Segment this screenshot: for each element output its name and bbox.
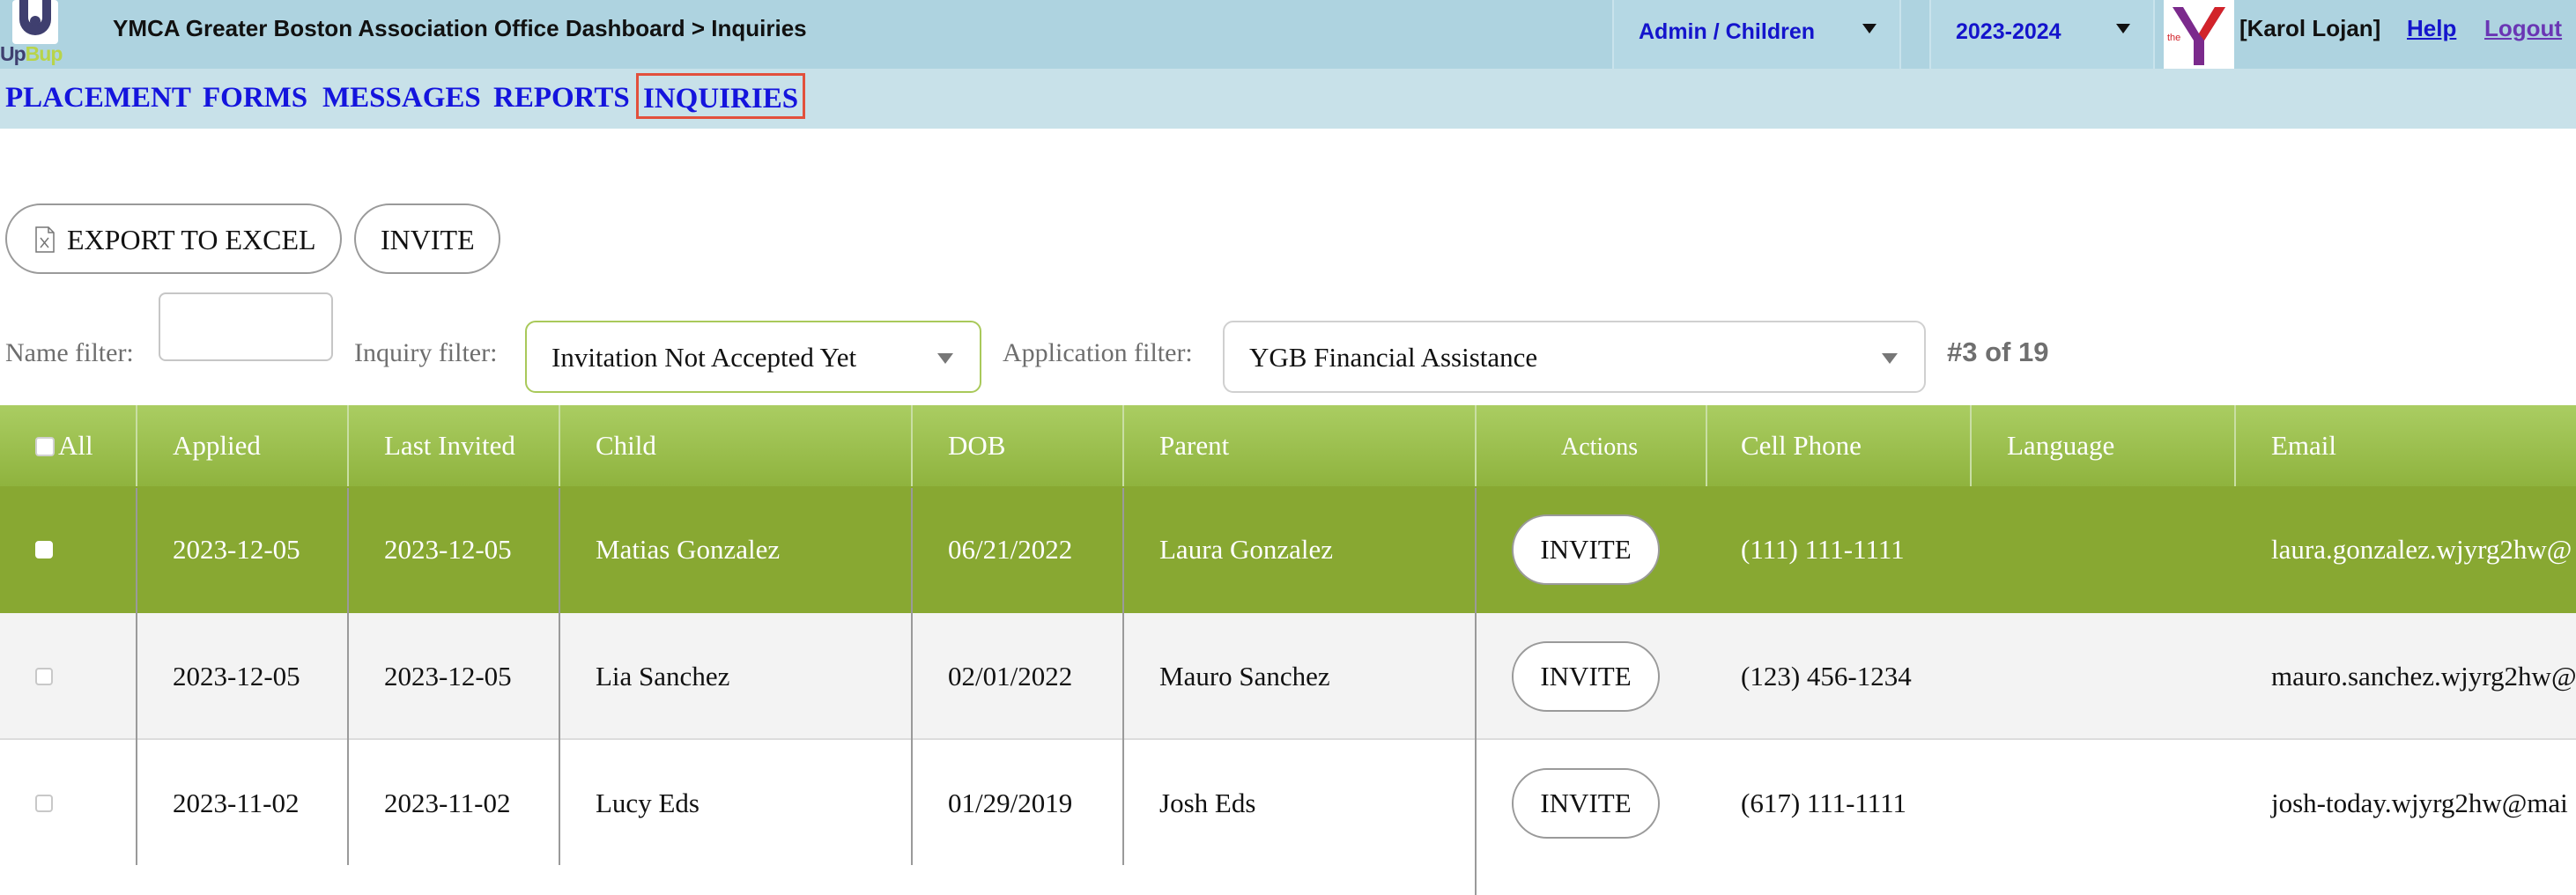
column-divider [911, 405, 913, 486]
role-select-value: Admin / Children [1639, 19, 1815, 44]
name-filter-label: Name filter: [5, 338, 134, 367]
col-parent[interactable]: Parent [1159, 405, 1229, 486]
application-filter-label: Application filter: [1003, 338, 1193, 367]
chevron-down-icon [2116, 24, 2130, 33]
help-link[interactable]: Help [2407, 15, 2456, 42]
cell-applied: 2023-12-05 [173, 661, 300, 692]
year-select[interactable]: 2023-2024 [1929, 0, 2155, 69]
svg-text:the: the [2167, 33, 2180, 43]
cell-phone: (617) 111-1111 [1741, 788, 1906, 818]
row-invite-button[interactable]: INVITE [1512, 514, 1660, 585]
column-divider [347, 405, 349, 486]
nav-forms[interactable]: FORMS [203, 78, 307, 118]
row-checkbox[interactable] [35, 541, 53, 558]
col-email[interactable]: Email [2271, 405, 2336, 486]
year-select-value: 2023-2024 [1956, 19, 2062, 44]
chevron-down-icon [1882, 353, 1898, 364]
select-all-checkbox[interactable] [35, 437, 55, 456]
table-header: All Applied Last Invited Child DOB Paren… [0, 405, 2576, 488]
column-divider [911, 488, 913, 865]
role-select[interactable]: Admin / Children [1612, 0, 1901, 69]
col-last-invited[interactable]: Last Invited [384, 405, 515, 486]
cell-last-invited: 2023-12-05 [384, 661, 512, 692]
column-divider [1970, 405, 1972, 486]
invite-button[interactable]: INVITE [354, 203, 500, 274]
table-row[interactable]: 2023-12-05 2023-12-05 Lia Sanchez 02/01/… [0, 613, 2576, 740]
application-filter-value: YGB Financial Assistance [1249, 342, 1538, 373]
nav-messages[interactable]: MESSAGES [322, 78, 481, 118]
logo-text: UpBup [0, 42, 63, 65]
record-count: #3 of 19 [1947, 337, 2049, 367]
cell-applied: 2023-11-02 [173, 788, 300, 818]
export-label: EXPORT TO EXCEL [67, 224, 316, 255]
row-invite-button[interactable]: INVITE [1512, 641, 1660, 712]
col-language[interactable]: Language [2007, 405, 2114, 486]
name-filter-input[interactable] [159, 292, 333, 361]
cell-parent: Mauro Sanchez [1159, 661, 1330, 692]
column-divider [1706, 405, 1707, 486]
column-divider [2234, 405, 2236, 486]
row-invite-button[interactable]: INVITE [1512, 768, 1660, 839]
column-divider [559, 488, 560, 865]
ymca-logo: the [2164, 0, 2234, 69]
chevron-down-icon [937, 353, 953, 364]
row-checkbox[interactable] [35, 795, 53, 812]
column-divider [136, 488, 137, 865]
cell-last-invited: 2023-12-05 [384, 534, 512, 565]
export-to-excel-button[interactable]: EXPORT TO EXCEL [5, 203, 342, 274]
col-all: All [58, 430, 93, 461]
ymca-y-icon: the [2167, 7, 2225, 65]
cell-child: Lia Sanchez [596, 661, 730, 692]
cell-parent: Josh Eds [1159, 788, 1256, 818]
cell-child: Lucy Eds [596, 788, 700, 818]
column-divider [136, 405, 137, 486]
main-nav: PLACEMENT FORMS MESSAGES REPORTS INQUIRI… [0, 69, 2576, 129]
col-applied[interactable]: Applied [173, 405, 261, 486]
nav-reports[interactable]: REPORTS [493, 78, 630, 118]
column-divider [559, 405, 560, 486]
logout-link[interactable]: Logout [2484, 15, 2562, 42]
page-title: YMCA Greater Boston Association Office D… [113, 15, 807, 41]
cell-email: laura.gonzalez.wjyrg2hw@ [2271, 534, 2572, 565]
column-divider [1475, 488, 1477, 895]
cell-dob: 02/01/2022 [948, 661, 1073, 692]
cell-parent: Laura Gonzalez [1159, 534, 1334, 565]
cell-dob: 06/21/2022 [948, 534, 1073, 565]
upbup-logo[interactable]: UpBup [0, 0, 74, 69]
cell-child: Matias Gonzalez [596, 534, 781, 565]
table-row[interactable]: 2023-12-05 2023-12-05 Matias Gonzalez 06… [0, 486, 2576, 613]
upbup-logo-icon [0, 0, 74, 44]
cell-dob: 01/29/2019 [948, 788, 1073, 818]
chevron-down-icon [1862, 24, 1876, 33]
cell-email: mauro.sanchez.wjyrg2hw@ [2271, 661, 2576, 692]
col-dob[interactable]: DOB [948, 405, 1005, 486]
column-divider [1475, 405, 1477, 486]
current-user: [Karol Lojan] [2239, 15, 2381, 41]
column-divider [1122, 405, 1124, 486]
inquiry-filter-label: Inquiry filter: [354, 338, 498, 367]
column-divider [1122, 488, 1124, 865]
table-row[interactable]: 2023-11-02 2023-11-02 Lucy Eds 01/29/201… [0, 740, 2576, 867]
col-cell-phone[interactable]: Cell Phone [1741, 405, 1862, 486]
inquiry-filter-select[interactable]: Invitation Not Accepted Yet [525, 321, 981, 393]
cell-phone: (123) 456-1234 [1741, 661, 1912, 692]
invite-label: INVITE [381, 224, 475, 255]
cell-email: josh-today.wjyrg2hw@mai [2271, 788, 2568, 818]
cell-last-invited: 2023-11-02 [384, 788, 511, 818]
col-child[interactable]: Child [596, 405, 656, 486]
top-header-bar: UpBup YMCA Greater Boston Association Of… [0, 0, 2576, 69]
col-actions: Actions [1561, 433, 1639, 461]
excel-file-icon [35, 226, 55, 253]
nav-inquiries[interactable]: INQUIRIES [636, 73, 806, 119]
row-checkbox[interactable] [35, 668, 53, 685]
cell-applied: 2023-12-05 [173, 534, 300, 565]
application-filter-select[interactable]: YGB Financial Assistance [1223, 321, 1926, 393]
inquiry-filter-value: Invitation Not Accepted Yet [551, 342, 857, 373]
cell-phone: (111) 111-1111 [1741, 534, 1905, 565]
nav-placement[interactable]: PLACEMENT [5, 78, 191, 118]
column-divider [347, 488, 349, 865]
